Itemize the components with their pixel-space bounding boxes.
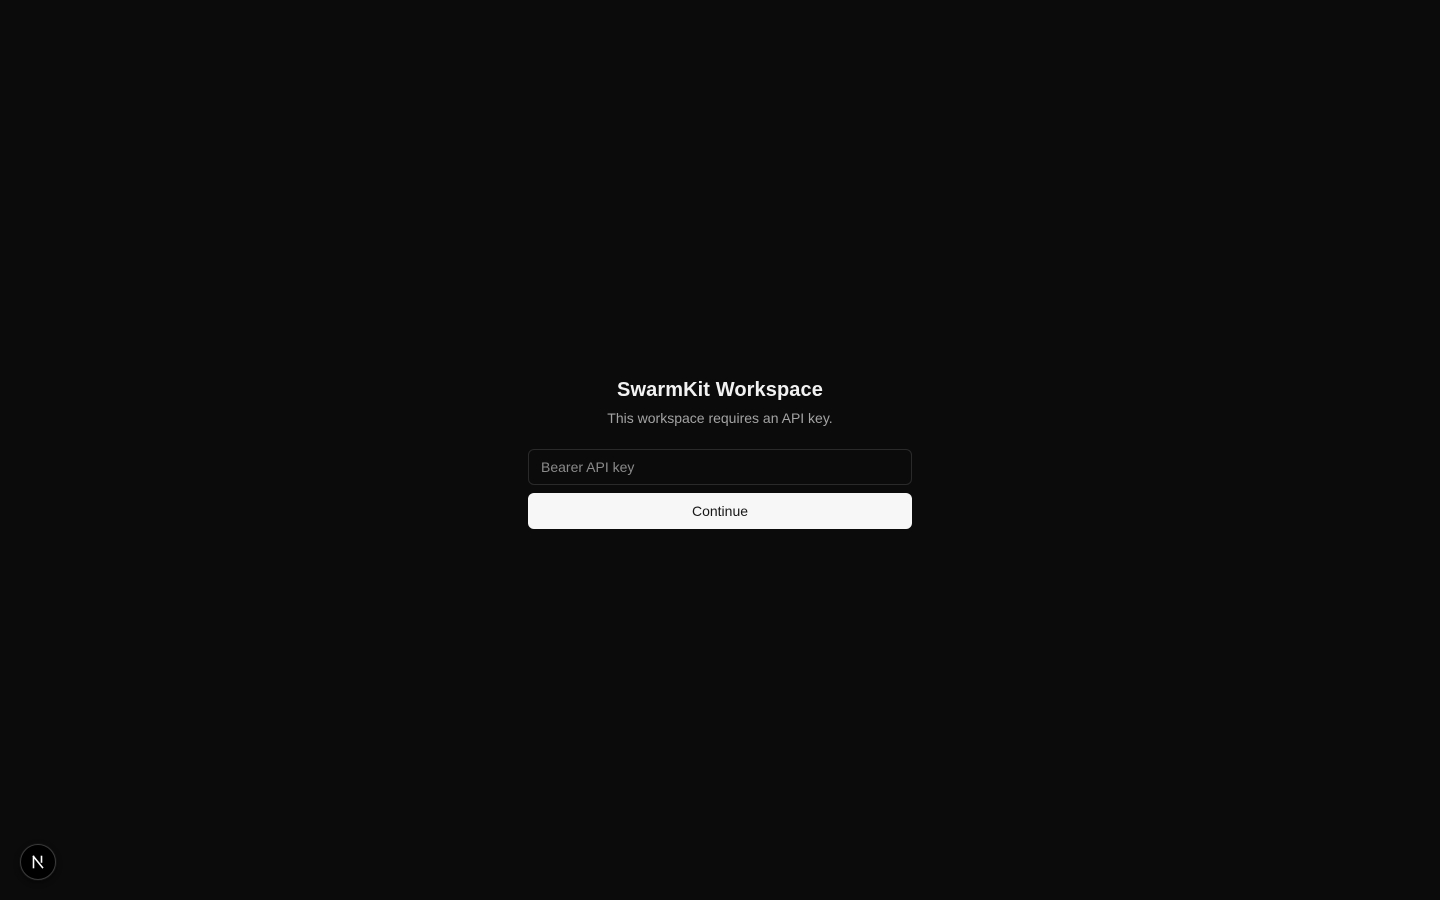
- api-key-form: SwarmKit Workspace This workspace requir…: [528, 375, 912, 529]
- page-title: SwarmKit Workspace: [617, 379, 823, 401]
- nextjs-logo-icon: [30, 854, 46, 870]
- continue-button[interactable]: Continue: [528, 493, 912, 529]
- login-page: SwarmKit Workspace This workspace requir…: [0, 0, 1440, 900]
- nextjs-dev-indicator-button[interactable]: [20, 844, 56, 880]
- api-key-input[interactable]: [528, 449, 912, 485]
- page-subtitle: This workspace requires an API key.: [607, 410, 833, 426]
